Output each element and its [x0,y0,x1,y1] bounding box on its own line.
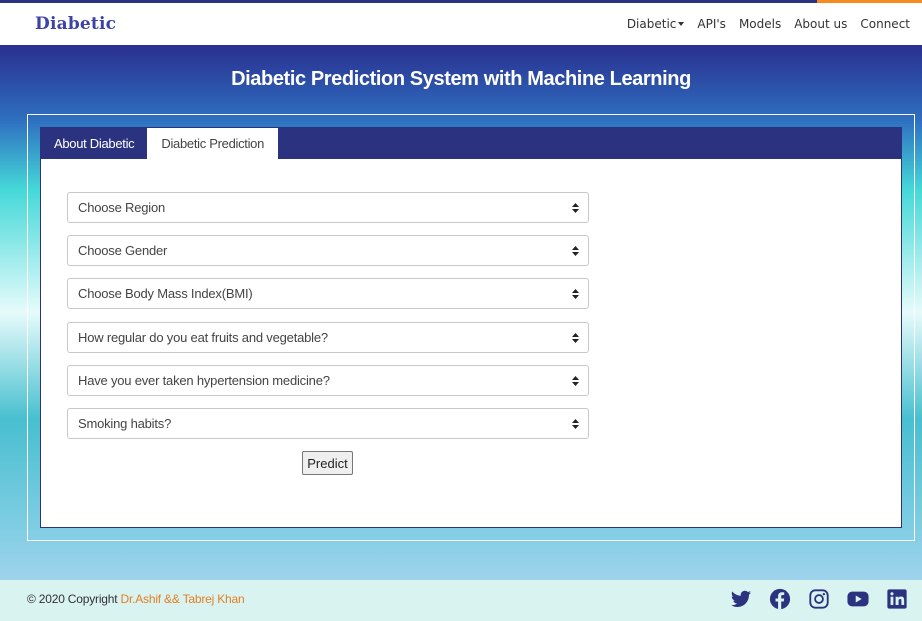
social-links [713,588,908,610]
navbar: Diabetic Diabetic API's Models About us … [0,3,922,45]
bmi-select[interactable]: Choose Body Mass Index(BMI) [67,278,589,309]
nav-connect[interactable]: Connect [860,17,910,31]
instagram-icon[interactable] [808,588,830,610]
copyright-label: © 2020 Copyright [27,592,118,606]
bmi-select-value: Choose Body Mass Index(BMI) [78,286,253,301]
tab-about-diabetic[interactable]: About Diabetic [41,128,147,159]
authors-link[interactable]: Dr.Ashif && Tabrej Khan [121,592,245,606]
facebook-icon[interactable] [769,588,791,610]
nav-about-us[interactable]: About us [794,17,847,31]
region-select[interactable]: Choose Region [67,192,589,223]
select-arrows-icon [572,289,579,299]
smoking-habits-select-value: Smoking habits? [78,416,172,431]
page-title: Diabetic Prediction System with Machine … [231,68,691,90]
nav-apis[interactable]: API's [697,17,726,31]
select-arrows-icon [572,333,579,343]
footer: © 2020 Copyright Dr.Ashif && Tabrej Khan [0,580,922,621]
gender-select[interactable]: Choose Gender [67,235,589,266]
twitter-icon[interactable] [730,588,752,610]
nav-models[interactable]: Models [739,17,781,31]
linkedin-icon[interactable] [886,588,908,610]
tab-diabetic-prediction[interactable]: Diabetic Prediction [147,128,279,159]
hypertension-medicine-select[interactable]: Have you ever taken hypertension medicin… [67,365,589,396]
select-arrows-icon [572,246,579,256]
predict-button[interactable]: Predict [302,451,353,475]
select-arrows-icon [572,203,579,213]
brand-logo[interactable]: Diabetic [35,14,116,34]
hypertension-medicine-select-value: Have you ever taken hypertension medicin… [78,373,330,388]
youtube-icon[interactable] [847,588,869,610]
region-select-value: Choose Region [78,200,166,215]
select-arrows-icon [572,376,579,386]
nav-diabetic-label: Diabetic [626,17,677,31]
select-arrows-icon [572,419,579,429]
smoking-habits-select[interactable]: Smoking habits? [67,408,589,439]
content-frame: About Diabetic Diabetic Prediction Choos… [27,114,915,541]
copyright-text: © 2020 Copyright Dr.Ashif && Tabrej Khan [27,592,245,606]
caret-down-icon [678,22,685,26]
hero-section: Diabetic Prediction System with Machine … [0,45,922,580]
fruits-vegetables-select-value: How regular do you eat fruits and vegeta… [78,330,328,345]
prediction-card: About Diabetic Diabetic Prediction Choos… [40,127,902,528]
gender-select-value: Choose Gender [78,243,168,258]
nav-links: Diabetic API's Models About us Connect [614,17,910,31]
nav-diabetic-dropdown[interactable]: Diabetic [627,17,685,31]
tab-bar: About Diabetic Diabetic Prediction [41,128,901,159]
fruits-vegetables-select[interactable]: How regular do you eat fruits and vegeta… [67,322,589,353]
